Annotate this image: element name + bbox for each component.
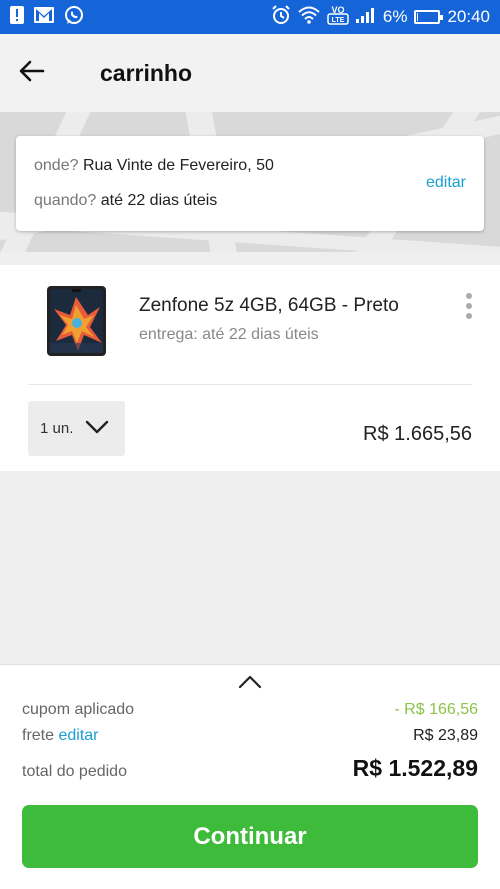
svg-text:LTE: LTE xyxy=(332,17,345,24)
coupon-row: cupom aplicado - R$ 166,56 xyxy=(22,701,478,719)
volte-icon: VO LTE xyxy=(327,4,349,31)
product-title[interactable]: Zenfone 5z 4GB, 64GB - Preto xyxy=(139,295,399,317)
wifi-icon xyxy=(298,6,320,29)
order-summary: cupom aplicado - R$ 166,56 frete editar … xyxy=(0,664,500,889)
total-label: total do pedido xyxy=(22,763,127,780)
quantity-select[interactable]: 1 un. xyxy=(28,401,125,456)
where-value: Rua Vinte de Fevereiro, 50 xyxy=(82,157,274,174)
coupon-label: cupom aplicado xyxy=(22,701,135,718)
total-row: total do pedido R$ 1.522,89 xyxy=(22,755,478,782)
divider xyxy=(28,384,472,385)
edit-shipping-link[interactable]: editar xyxy=(58,727,98,744)
product-delivery: entrega: até 22 dias úteis xyxy=(139,326,319,343)
when-value: até 22 dias úteis xyxy=(100,192,218,209)
signal-icon xyxy=(355,7,376,28)
continue-button[interactable]: Continuar xyxy=(22,805,478,868)
gmail-icon xyxy=(34,6,54,28)
clock: 20:40 xyxy=(447,7,490,26)
battery-percent: 6% xyxy=(382,7,408,26)
page-title: carrinho xyxy=(100,59,193,86)
item-price: R$ 1.665,56 xyxy=(363,423,472,445)
product-image xyxy=(46,285,107,357)
shipping-value: R$ 23,89 xyxy=(413,727,478,744)
alarm-icon xyxy=(271,4,291,30)
status-bar: VO LTE 6% 20:40 xyxy=(0,0,500,34)
battery-icon xyxy=(414,10,444,24)
quantity-value: 1 un. xyxy=(40,420,74,437)
whatsapp-icon xyxy=(64,5,84,30)
arrow-left-icon xyxy=(19,60,45,87)
coupon-value: - R$ 166,56 xyxy=(394,701,478,718)
delivery-address-card: onde? Rua Vinte de Fevereiro, 50 quando?… xyxy=(16,136,484,231)
alert-icon xyxy=(10,5,24,29)
where-label: onde? xyxy=(34,157,79,174)
edit-address-link[interactable]: editar xyxy=(426,174,466,192)
total-value: R$ 1.522,89 xyxy=(352,755,478,781)
chevron-up-icon[interactable] xyxy=(238,675,262,694)
cart-item: Zenfone 5z 4GB, 64GB - Preto entrega: at… xyxy=(0,265,500,471)
when-label: quando? xyxy=(34,192,97,209)
chevron-down-icon xyxy=(85,420,109,438)
svg-text:VO: VO xyxy=(331,5,344,15)
shipping-row: frete editar R$ 23,89 xyxy=(22,727,478,745)
app-bar: carrinho xyxy=(0,34,500,112)
shipping-label: frete xyxy=(22,727,55,744)
more-options-icon[interactable] xyxy=(462,293,476,319)
address-when-row: quando? até 22 dias úteis xyxy=(34,192,217,210)
address-where-row: onde? Rua Vinte de Fevereiro, 50 xyxy=(34,157,274,175)
back-button[interactable] xyxy=(2,43,62,103)
